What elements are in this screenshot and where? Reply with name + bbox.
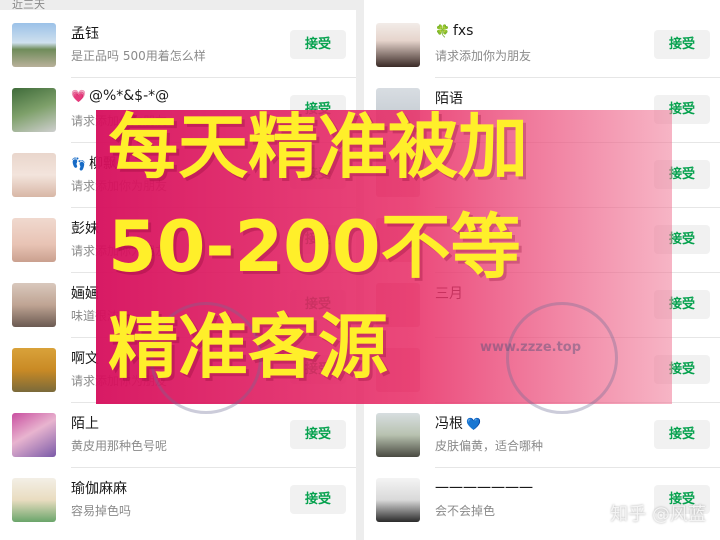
accept-button[interactable]: 接受 xyxy=(290,485,346,514)
request-message: 会不会掉色 xyxy=(435,504,496,518)
heart-icon: 💗 xyxy=(71,89,86,103)
request-message: 容易掉色吗 xyxy=(71,504,132,518)
avatar xyxy=(12,23,56,67)
clover-icon: 🍀 xyxy=(435,24,450,38)
contact-name: 一一一一一一一 xyxy=(435,481,533,497)
avatar xyxy=(12,218,56,262)
avatar xyxy=(376,413,420,457)
avatar xyxy=(12,478,56,522)
contact-name: 孟钰 xyxy=(71,26,99,42)
contact-name: 婳婳 xyxy=(71,286,99,302)
avatar xyxy=(376,23,420,67)
contact-name-group: 🍀 fxs xyxy=(435,23,473,39)
contact-name: fxs xyxy=(452,23,474,39)
accept-button[interactable]: 接受 xyxy=(654,30,710,59)
contact-name: 瑜伽麻麻 xyxy=(71,481,127,497)
request-message: 请求添加你为朋友 xyxy=(435,49,532,63)
request-row[interactable]: 陌上 黄皮用那种色号呢 接受 xyxy=(0,403,356,468)
avatar xyxy=(376,478,420,522)
contact-name: 彭妹 xyxy=(71,221,99,237)
request-row[interactable]: 瑜伽麻麻 容易掉色吗 接受 xyxy=(0,468,356,533)
accept-button[interactable]: 接受 xyxy=(290,30,346,59)
avatar xyxy=(12,153,56,197)
request-message: 皮肤偏黄，适合哪种 xyxy=(435,439,544,453)
avatar xyxy=(12,88,56,132)
request-message: 黄皮用那种色号呢 xyxy=(71,439,168,453)
contact-name: 陌上 xyxy=(71,416,99,432)
headline-line-2: 50-200不等 xyxy=(108,206,521,288)
contact-name: @%*&$-*@ xyxy=(88,88,170,104)
contact-name-group: 💗 @%*&$-*@ xyxy=(71,88,169,104)
contact-name-group: 冯根 💙 xyxy=(435,413,484,433)
accept-button[interactable]: 接受 xyxy=(654,420,710,449)
footprints-icon: 👣 xyxy=(71,157,86,171)
headline-line-3: 精准客源 xyxy=(108,306,388,388)
request-row[interactable]: 冯根 💙 皮肤偏黄，适合哪种 接受 xyxy=(364,403,720,468)
zhihu-watermark: 知乎 @风蓝 xyxy=(610,504,706,525)
avatar xyxy=(12,348,56,392)
section-label: 近三天 xyxy=(0,0,356,10)
accept-button[interactable]: 接受 xyxy=(290,420,346,449)
avatar xyxy=(12,413,56,457)
request-message: 是正品吗 500用着怎么样 xyxy=(71,49,206,63)
request-row[interactable]: 孟钰 是正品吗 500用着怎么样 接受 xyxy=(0,13,356,78)
stamp-text: www.zzze.top xyxy=(480,340,582,355)
request-row[interactable]: 🍀 fxs 请求添加你为朋友 接受 xyxy=(364,13,720,78)
headline-line-1: 每天精准被加 xyxy=(108,106,528,188)
avatar xyxy=(12,283,56,327)
blue-heart-icon: 💙 xyxy=(466,417,481,431)
contact-name: 啊文 xyxy=(71,351,99,367)
contact-name: 冯根 xyxy=(435,416,463,432)
contact-name: 陌语 xyxy=(435,91,463,107)
stamp-seal-right xyxy=(506,302,618,414)
